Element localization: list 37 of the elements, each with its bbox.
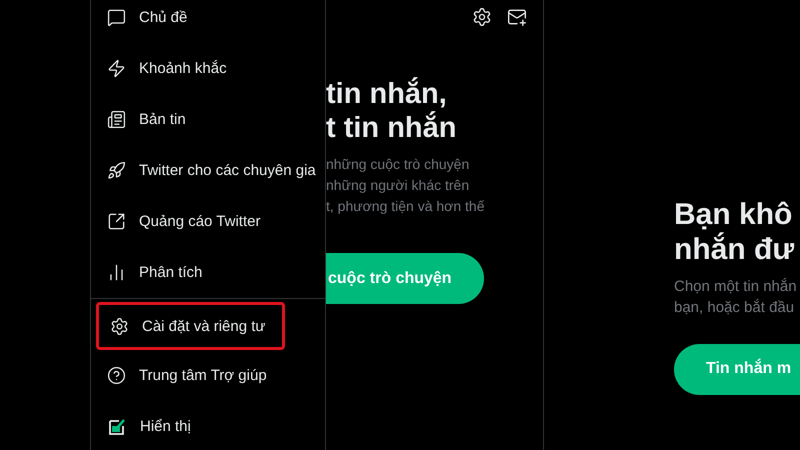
menu-label: Cài đặt và riêng tư bbox=[142, 318, 266, 334]
description-line: Chọn một tin nhắn bbox=[674, 276, 798, 297]
menu-item[interactable]: Twitter cho các chuyên gia bbox=[91, 145, 325, 196]
newspaper-icon bbox=[107, 110, 126, 129]
menu-label: Trung tâm Trợ giúp bbox=[139, 367, 267, 384]
rocket-icon bbox=[107, 161, 126, 180]
settings-icon[interactable] bbox=[472, 7, 492, 27]
menu-item[interactable]: Trung tâm Trợ giúp bbox=[91, 350, 325, 401]
description-line: bạn, hoặc bắt đầu bbox=[674, 298, 796, 318]
settings-icon bbox=[110, 316, 129, 336]
menu-label: Twitter cho các chuyên gia bbox=[139, 162, 316, 179]
menu-item[interactable]: Phân tích bbox=[91, 247, 325, 298]
description-line: t, phương tiện và hơn thế bbox=[326, 197, 486, 216]
menu-label: Hiển thị bbox=[140, 418, 191, 435]
description-line: những cuộc trò chuyện bbox=[326, 155, 470, 174]
menu-label: Chủ đề bbox=[139, 9, 188, 26]
menu-item[interactable]: Khoảnh khắc bbox=[91, 43, 325, 94]
heading-line: Bạn khô bbox=[674, 197, 794, 232]
menu-item[interactable]: Chủ đề bbox=[91, 0, 325, 43]
menu-item[interactable]: Hiển thị bbox=[91, 401, 325, 450]
heading-line: nhắn đư bbox=[674, 232, 796, 268]
lightning-icon bbox=[107, 59, 126, 78]
menu-item[interactable]: Bản tin bbox=[91, 94, 325, 145]
display-icon bbox=[107, 416, 127, 436]
heading-line: t tin nhắn bbox=[326, 111, 458, 146]
menu-label: Khoảnh khắc bbox=[139, 60, 227, 77]
new-message-icon[interactable] bbox=[507, 7, 527, 27]
description-line: những người khác trên bbox=[326, 176, 470, 196]
menu-item[interactable]: Cài đặt và riêng tư bbox=[96, 302, 285, 350]
chat-bubble-icon bbox=[107, 8, 126, 27]
menu-item[interactable]: Quảng cáo Twitter bbox=[91, 196, 325, 247]
menu-label: Quảng cáo Twitter bbox=[139, 213, 260, 230]
external-link-icon bbox=[107, 212, 126, 231]
menu-label: Phân tích bbox=[139, 264, 202, 281]
heading-line: tin nhắn, bbox=[326, 77, 448, 111]
menu-label: Bản tin bbox=[139, 111, 186, 128]
help-icon bbox=[107, 366, 126, 385]
